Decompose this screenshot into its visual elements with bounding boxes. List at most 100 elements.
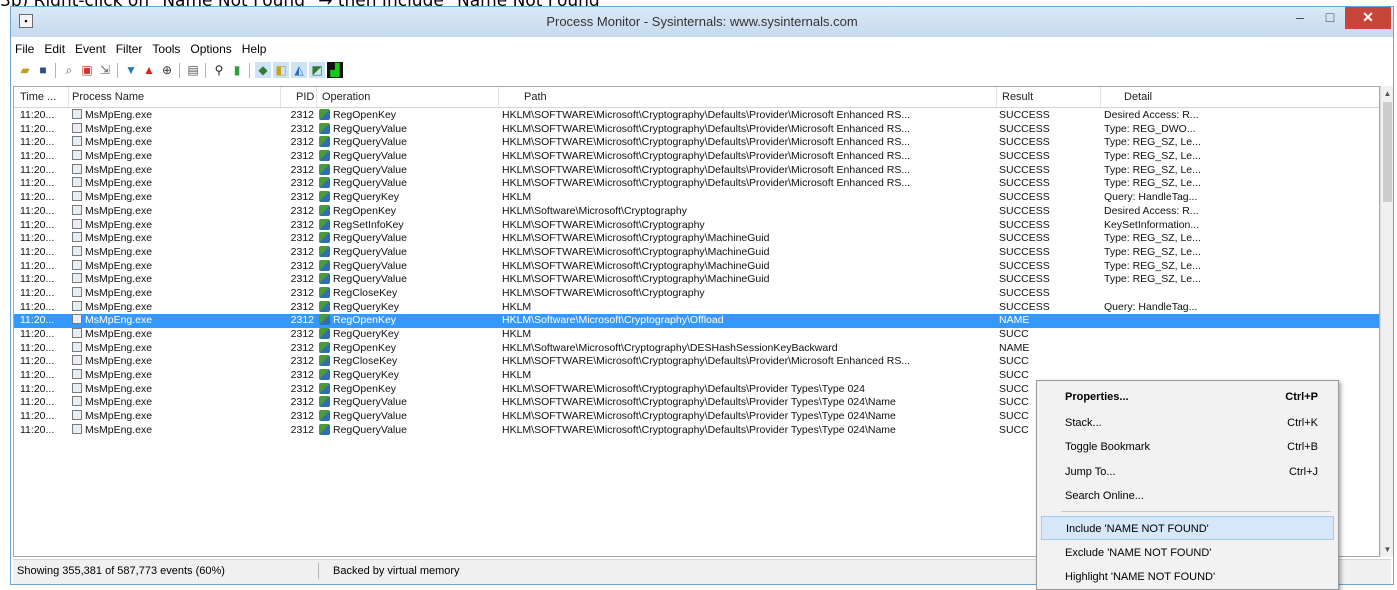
time-value: 11:20... — [20, 218, 55, 231]
menu-edit[interactable]: Edit — [39, 40, 70, 58]
network-icon[interactable]: ◭ — [291, 62, 307, 78]
column-divider[interactable] — [280, 87, 281, 107]
column-detail[interactable]: Detail — [1124, 91, 1152, 103]
context-menu-item[interactable]: Search Online... — [1041, 484, 1334, 508]
table-row[interactable]: 11:20... MsMpEng.exe 2312 RegSetInfoKey HKLM… — [14, 218, 1379, 233]
find-icon[interactable]: ⚲ — [211, 62, 227, 78]
time-value: 11:20... — [20, 396, 55, 409]
table-row[interactable]: 11:20... MsMpEng.exe 2312 RegQueryValue HKLM… — [14, 163, 1379, 178]
column-divider[interactable] — [68, 87, 69, 107]
table-row[interactable]: 11:20... MsMpEng.exe 2312 RegQueryValue HKLM… — [14, 122, 1379, 137]
context-menu-item[interactable]: Toggle Bookmark Ctrl+B — [1041, 435, 1334, 459]
table-row[interactable]: 11:20... MsMpEng.exe 2312 RegOpenKey HKLM\So… — [14, 341, 1379, 356]
table-row[interactable]: 11:20... MsMpEng.exe 2312 RegQueryValue HKLM… — [14, 259, 1379, 274]
operation-value: RegSetInfoKey — [333, 218, 404, 231]
column-divider[interactable] — [1100, 87, 1101, 107]
path-value: HKLM\SOFTWARE\Microsoft\Cryptography\Def… — [502, 396, 896, 409]
column-result[interactable]: Result — [1002, 91, 1033, 103]
context-menu-item[interactable]: Properties... Ctrl+P — [1041, 385, 1334, 409]
pid-value: 2312 — [290, 300, 314, 313]
column-process-name[interactable]: Process Name — [72, 91, 144, 103]
table-row[interactable]: 11:20... MsMpEng.exe 2312 RegCloseKey HKLM\S… — [14, 286, 1379, 301]
table-row[interactable]: 11:20... MsMpEng.exe 2312 RegQueryValue HKLM… — [14, 232, 1379, 246]
process-icon — [72, 423, 82, 434]
operation-value: RegQueryKey — [333, 300, 399, 313]
detail-value: Type: REG_SZ, Le... — [1104, 259, 1201, 272]
table-row[interactable]: 11:20... MsMpEng.exe 2312 RegQueryKey HKLM SU… — [14, 191, 1379, 205]
table-row[interactable]: 11:20... MsMpEng.exe 2312 RegOpenKey HKLM\So… — [14, 314, 1379, 328]
cell-operation: RegQueryValue — [319, 273, 499, 287]
table-row[interactable]: 11:20... MsMpEng.exe 2312 RegQueryKey HKLM SU… — [14, 300, 1379, 315]
autoscroll-icon[interactable]: ⇲ — [97, 62, 113, 78]
context-menu-item[interactable]: Stack... Ctrl+K — [1041, 411, 1334, 435]
save-icon[interactable]: ■ — [35, 62, 51, 78]
table-row[interactable]: 11:20... MsMpEng.exe 2312 RegOpenKey HKLM\SO… — [14, 109, 1379, 123]
column-divider[interactable] — [996, 87, 997, 107]
table-row[interactable]: 11:20... MsMpEng.exe 2312 RegQueryValue HKLM… — [14, 150, 1379, 164]
table-row[interactable]: 11:20... MsMpEng.exe 2312 RegQueryValue HKLM… — [14, 177, 1379, 191]
menu-bar: File Edit Event Filter Tools Options Help — [11, 40, 1393, 58]
cell-process: MsMpEng.exe — [72, 122, 302, 137]
menu-help[interactable]: Help — [237, 40, 272, 58]
menu-filter[interactable]: Filter — [111, 40, 148, 58]
table-row[interactable]: 11:20... MsMpEng.exe 2312 RegQueryValue HKLM… — [14, 136, 1379, 150]
registry-icon[interactable]: ◆ — [255, 62, 271, 78]
pid-value: 2312 — [290, 355, 314, 368]
context-menu-item[interactable]: Exclude 'NAME NOT FOUND' — [1041, 541, 1334, 565]
process-name: MsMpEng.exe — [85, 273, 153, 286]
table-row[interactable]: 11:20... MsMpEng.exe 2312 RegQueryValue HKLM… — [14, 245, 1379, 260]
filesystem-icon[interactable]: ◧ — [273, 62, 289, 78]
memory-status: Backed by virtual memory — [333, 565, 460, 577]
target-icon[interactable]: ⊕ — [159, 62, 175, 78]
context-menu-item[interactable]: Highlight 'NAME NOT FOUND' — [1041, 565, 1334, 589]
cell-time: 11:20... — [20, 177, 70, 191]
cell-pid: 2312 — [284, 396, 314, 410]
context-menu-item[interactable]: Include 'NAME NOT FOUND' — [1041, 516, 1334, 540]
cell-process: MsMpEng.exe — [72, 328, 302, 342]
table-row[interactable]: 11:20... MsMpEng.exe 2312 RegQueryValue HKLM… — [14, 273, 1379, 287]
scroll-up-icon[interactable]: ▲ — [1381, 86, 1394, 101]
process-icon[interactable]: ◩ — [309, 62, 325, 78]
process-icon — [72, 286, 82, 297]
process-name: MsMpEng.exe — [85, 245, 153, 258]
column-divider[interactable] — [498, 87, 499, 107]
cell-result: SUCCESS — [999, 136, 1069, 150]
menu-options[interactable]: Options — [185, 40, 236, 58]
menu-event[interactable]: Event — [70, 40, 111, 58]
column-divider[interactable] — [316, 87, 317, 107]
table-row[interactable]: 11:20... MsMpEng.exe 2312 RegOpenKey HKLM\So… — [14, 204, 1379, 219]
scroll-down-icon[interactable]: ▼ — [1381, 542, 1394, 557]
path-value: HKLM\SOFTWARE\Microsoft\Cryptography\Def… — [502, 410, 896, 423]
menu-file[interactable]: File — [11, 40, 39, 58]
cell-time: 11:20... — [20, 410, 70, 424]
result-value: SUCC — [999, 396, 1029, 409]
menu-item-label: Include 'NAME NOT FOUND' — [1066, 523, 1209, 535]
operation-value: RegQueryKey — [333, 369, 399, 382]
maximize-button[interactable]: □ — [1315, 7, 1345, 29]
close-button[interactable]: ✕ — [1345, 7, 1391, 29]
column-path[interactable]: Path — [524, 91, 547, 103]
registry-icon — [319, 300, 330, 312]
table-row[interactable]: 11:20... MsMpEng.exe 2312 RegCloseKey HKLM\S… — [14, 355, 1379, 369]
minimize-button[interactable]: – — [1285, 7, 1315, 29]
menu-tools[interactable]: Tools — [147, 40, 185, 58]
context-menu-item[interactable]: Jump To... Ctrl+J — [1041, 460, 1334, 484]
profiling-icon[interactable]: ▟ — [327, 62, 343, 78]
column-pid[interactable]: PID — [296, 91, 314, 103]
column-time[interactable]: Time ... — [20, 91, 56, 103]
filter-icon[interactable]: ▼ — [123, 62, 139, 78]
table-row[interactable]: 11:20... MsMpEng.exe 2312 RegQueryKey HKLM SU… — [14, 328, 1379, 342]
scrollbar-thumb[interactable] — [1383, 102, 1392, 202]
process-name: MsMpEng.exe — [85, 382, 153, 395]
process-icon — [72, 273, 82, 284]
magnifier-icon[interactable]: ⌕ — [61, 62, 77, 78]
process-icon — [72, 150, 82, 161]
open-icon[interactable]: ▰ — [17, 62, 33, 78]
column-operation[interactable]: Operation — [322, 91, 370, 103]
vertical-scrollbar[interactable]: ▲ ▼ — [1380, 86, 1393, 557]
highlight-icon[interactable]: ▲ — [141, 62, 157, 78]
jump-icon[interactable]: ▤ — [185, 62, 201, 78]
jump-to-icon[interactable]: ▮ — [229, 62, 245, 78]
capture-icon[interactable]: ▣ — [79, 62, 95, 78]
cell-pid: 2312 — [284, 109, 314, 123]
